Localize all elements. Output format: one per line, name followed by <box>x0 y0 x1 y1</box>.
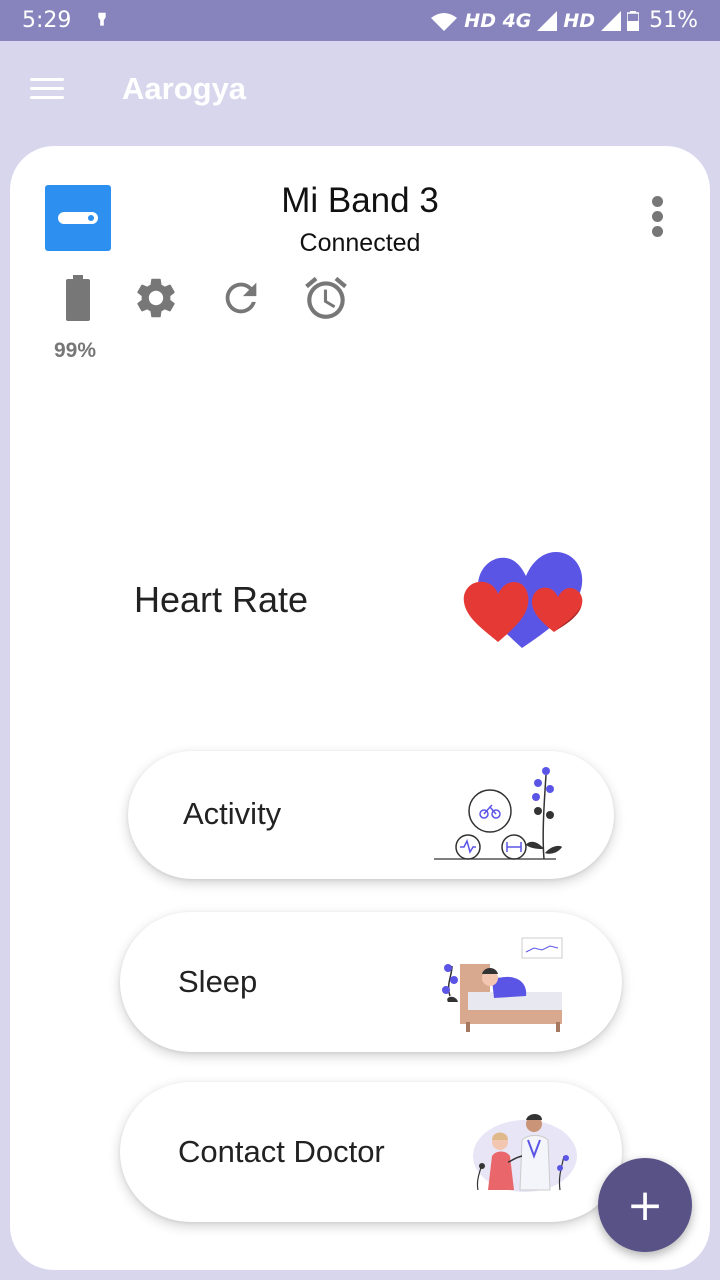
sleep-illustration <box>442 937 563 1032</box>
status-bar: 5:29 HD 4G HD 51% <box>0 0 720 41</box>
wifi-icon <box>431 12 458 31</box>
hearts-illustration[interactable] <box>460 546 590 656</box>
activity-illustration <box>434 767 562 860</box>
plus-icon: + <box>626 1179 664 1231</box>
activity-label: Activity <box>183 796 282 831</box>
menu-icon[interactable] <box>30 78 64 100</box>
battery-percent: 99% <box>54 339 97 362</box>
heart-rate-label[interactable]: Heart Rate <box>134 579 308 621</box>
refresh-icon[interactable] <box>216 273 266 323</box>
device-name: Mi Band 3 <box>281 181 439 220</box>
app-bar: Aarogya <box>0 41 720 137</box>
status-battery-percent: 51% <box>649 8 698 33</box>
device-status: Connected <box>299 229 421 257</box>
alarm-icon[interactable] <box>301 273 351 323</box>
sleep-label: Sleep <box>178 964 258 999</box>
notification-icon <box>98 12 107 26</box>
contact-doctor-label: Contact Doctor <box>178 1134 385 1169</box>
add-fab-button[interactable]: + <box>598 1158 692 1252</box>
network-label-2: HD <box>563 9 596 32</box>
status-battery-icon <box>627 10 640 31</box>
contact-doctor-card[interactable]: Contact Doctor <box>120 1082 622 1222</box>
status-indicators: HD 4G HD 51% <box>430 8 698 33</box>
sleep-card[interactable]: Sleep <box>120 912 622 1052</box>
device-toolbar <box>60 273 351 323</box>
status-time: 5:29 <box>22 8 72 33</box>
settings-icon[interactable] <box>131 273 181 323</box>
app-title: Aarogya <box>122 71 247 106</box>
network-label-1: HD 4G <box>464 9 532 32</box>
main-card: Mi Band 3 Connected 99% Heart Rate Activ… <box>10 146 710 1270</box>
signal-icon <box>537 10 558 31</box>
signal-icon <box>601 10 622 31</box>
battery-icon <box>60 273 96 323</box>
activity-card[interactable]: Activity <box>128 751 614 879</box>
doctor-illustration <box>473 1114 577 1192</box>
more-vert-icon[interactable] <box>650 196 664 240</box>
